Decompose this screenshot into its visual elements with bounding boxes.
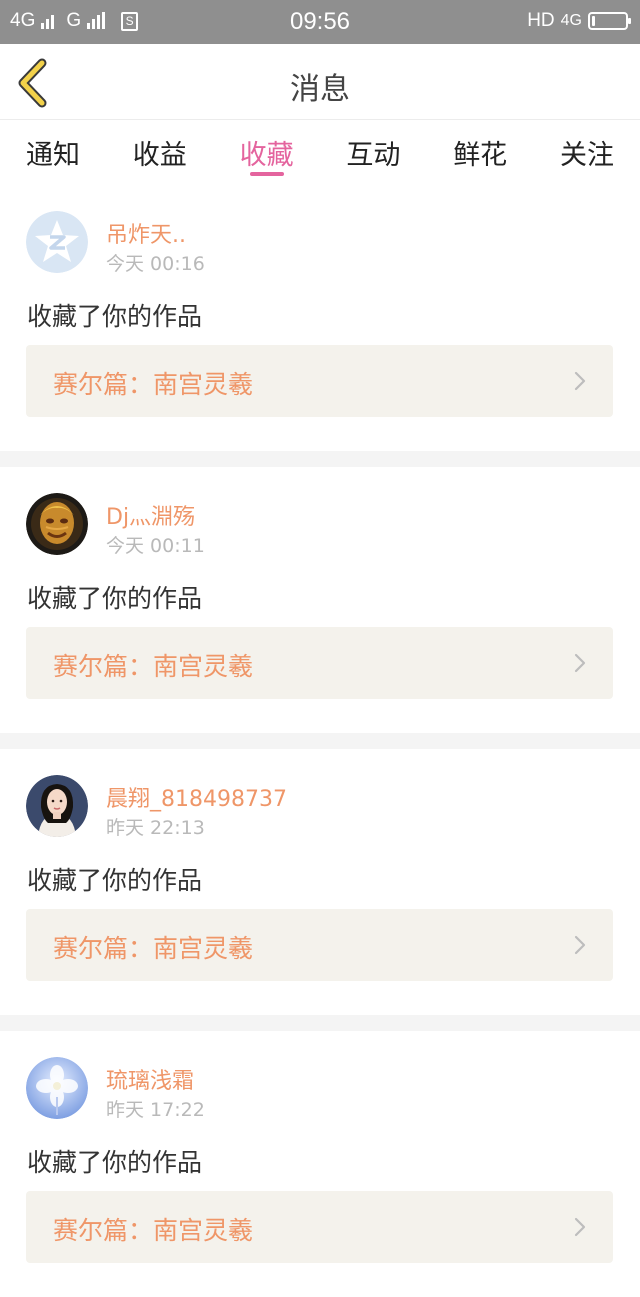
avatar[interactable] [26,1057,88,1119]
page-title: 消息 [290,72,350,107]
tab-label: 收益 [132,140,187,171]
flower-avatar-icon [26,1057,88,1119]
tab-label: 关注 [559,140,614,171]
avatar[interactable] [26,493,88,555]
message-text: 收藏了你的作品 [27,1148,203,1177]
work-link[interactable]: 赛尔篇：南宫灵羲 [26,345,613,417]
list-item: 琉璃浅霜 昨天 17:22 收藏了你的作品 赛尔篇：南宫灵羲 [0,1031,640,1297]
work-title: 赛尔篇：南宫灵羲 [53,652,254,681]
woman-avatar-icon [26,775,88,837]
work-title: 赛尔篇：南宫灵羲 [53,1216,254,1245]
tab-bar: 通知 收益 收藏 互动 鲜花 关注 [0,121,640,185]
divider [0,733,640,749]
tab-follows[interactable]: 关注 [560,121,614,185]
timestamp: 昨天 22:13 [106,817,205,839]
network-label: 4G [560,12,582,29]
tab-notifications[interactable]: 通知 [26,121,80,185]
avatar[interactable] [26,211,88,273]
timestamp: 昨天 17:22 [106,1099,205,1121]
chevron-right-icon [574,653,586,673]
chevron-right-icon [574,371,586,391]
divider [0,451,640,467]
battery-icon [588,12,631,30]
tab-label: 互动 [346,140,401,171]
list-item: 晨翔_818498737 昨天 22:13 收藏了你的作品 赛尔篇：南宫灵羲 [0,749,640,1015]
work-link[interactable]: 赛尔篇：南宫灵羲 [26,909,613,981]
warrior-avatar-icon [26,493,88,555]
work-title: 赛尔篇：南宫灵羲 [53,370,254,399]
timestamp: 今天 00:11 [106,535,205,557]
list-item: Dj灬淵殇 今天 00:11 收藏了你的作品 赛尔篇：南宫灵羲 [0,467,640,733]
tab-label: 通知 [26,140,80,171]
divider [0,1015,640,1031]
tab-flowers[interactable]: 鲜花 [453,121,507,185]
status-bar-right: HD 4G [527,10,631,32]
header: 消息 [0,44,640,120]
user-name[interactable]: 吊炸天.. [106,217,186,249]
work-title: 赛尔篇：南宫灵羲 [53,934,254,963]
work-link[interactable]: 赛尔篇：南宫灵羲 [26,627,613,699]
work-link[interactable]: 赛尔篇：南宫灵羲 [26,1191,613,1263]
battery-level [592,16,595,26]
default-avatar-icon [26,211,88,273]
message-text: 收藏了你的作品 [27,866,203,895]
active-tab-indicator [249,172,284,176]
tab-earnings[interactable]: 收益 [133,121,187,185]
message-text: 收藏了你的作品 [27,584,203,613]
tab-label: 收藏 [239,140,294,171]
timestamp: 今天 00:16 [106,253,205,275]
chevron-right-icon [574,1217,586,1237]
tab-interactions[interactable]: 互动 [346,121,400,185]
chevron-right-icon [574,935,586,955]
tab-favorites[interactable]: 收藏 [240,121,294,185]
hd-label: HD [527,10,555,31]
tab-label: 鲜花 [453,140,508,171]
user-name[interactable]: 晨翔_818498737 [106,781,287,813]
user-name[interactable]: 琉璃浅霜 [106,1063,194,1095]
list-item: 吊炸天.. 今天 00:16 收藏了你的作品 赛尔篇：南宫灵羲 [0,185,640,451]
status-bar: 4G G S 09:56 HD 4G [0,0,640,44]
user-name[interactable]: Dj灬淵殇 [106,499,195,531]
message-text: 收藏了你的作品 [27,302,203,331]
notification-list: 吊炸天.. 今天 00:16 收藏了你的作品 赛尔篇：南宫灵羲 Dj灬淵殇 今天… [0,185,640,1297]
avatar[interactable] [26,775,88,837]
